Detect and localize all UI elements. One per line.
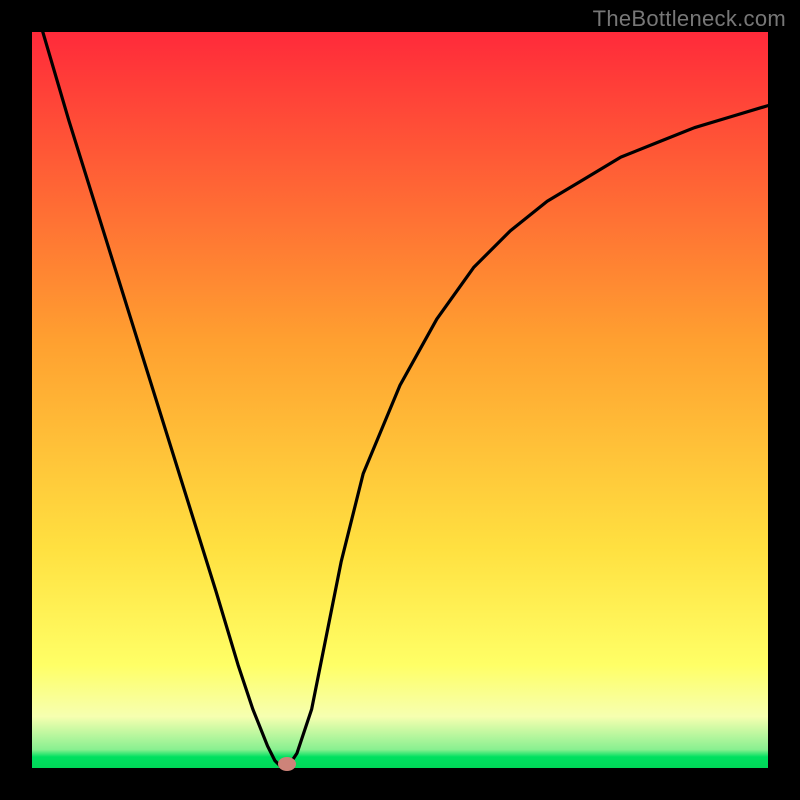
chart-frame: TheBottleneck.com xyxy=(0,0,800,800)
plot-area xyxy=(32,32,768,768)
bottleneck-curve xyxy=(32,32,768,768)
watermark-text: TheBottleneck.com xyxy=(593,6,786,32)
optimal-point-marker xyxy=(278,757,296,771)
